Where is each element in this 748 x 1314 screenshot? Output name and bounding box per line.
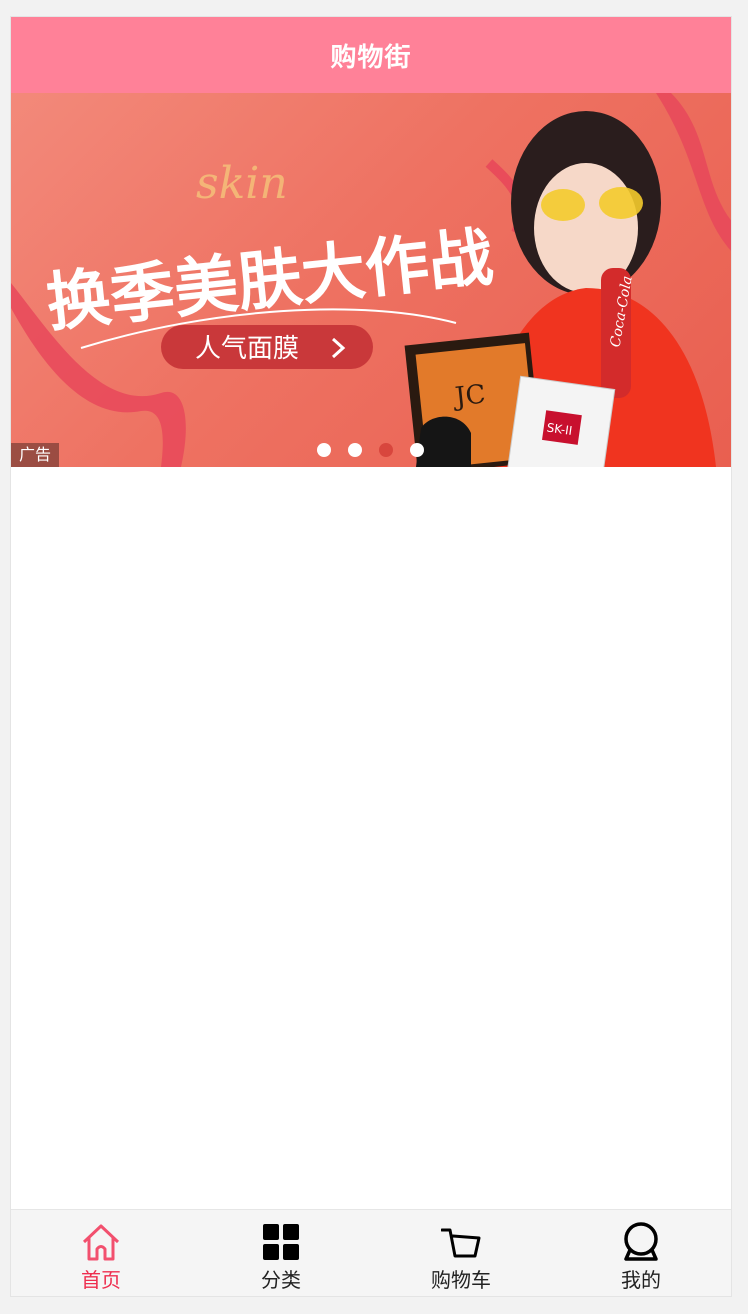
cart-icon xyxy=(441,1228,481,1258)
cta-label: 人气面膜 xyxy=(195,334,299,364)
tab-label: 我的 xyxy=(621,1268,661,1292)
sunglasses-left-shape xyxy=(541,189,585,221)
jc-brand-label: JC xyxy=(451,380,487,413)
tab-label: 首页 xyxy=(81,1268,121,1292)
ad-tag: 广告 xyxy=(11,443,59,467)
banner-carousel[interactable]: skin 换季美肤大作战 人气面膜 Coca-Cola JC SK-II 广告 xyxy=(11,93,731,467)
carousel-dot-active[interactable] xyxy=(379,443,393,457)
sunglasses-right-shape xyxy=(599,187,643,219)
banner-headline: 换季美肤大作战 xyxy=(43,221,496,341)
page-title: 购物街 xyxy=(330,42,412,73)
carousel-dot[interactable] xyxy=(410,443,424,457)
tab-label: 购物车 xyxy=(431,1268,491,1292)
script-skin-text: skin xyxy=(196,158,288,209)
mask-pack-skii: SK-II xyxy=(504,375,616,467)
banner-image: skin 换季美肤大作战 人气面膜 Coca-Cola JC SK-II xyxy=(11,93,731,467)
top-navbar: 购物街 xyxy=(11,17,731,93)
tab-home[interactable]: 首页 xyxy=(11,1210,191,1296)
tab-profile[interactable]: 我的 xyxy=(551,1210,731,1296)
carousel-indicator xyxy=(317,443,424,457)
tab-label: 分类 xyxy=(261,1268,301,1292)
phone-screen: 购物街 skin 换季美肤大作战 人气面膜 Coca-Cola JC SK-II… xyxy=(10,16,732,1297)
tab-category[interactable]: 分类 xyxy=(191,1210,371,1296)
profile-icon xyxy=(624,1222,658,1261)
home-icon xyxy=(82,1224,120,1261)
carousel-dot[interactable] xyxy=(348,443,362,457)
tab-cart[interactable]: 购物车 xyxy=(371,1210,551,1296)
carousel-dot[interactable] xyxy=(317,443,331,457)
ribbon-right-shape xyxy=(656,93,731,251)
category-grid-icon xyxy=(263,1224,299,1260)
bottom-tabbar: 首页 分类 购物车 我的 xyxy=(11,1209,731,1296)
